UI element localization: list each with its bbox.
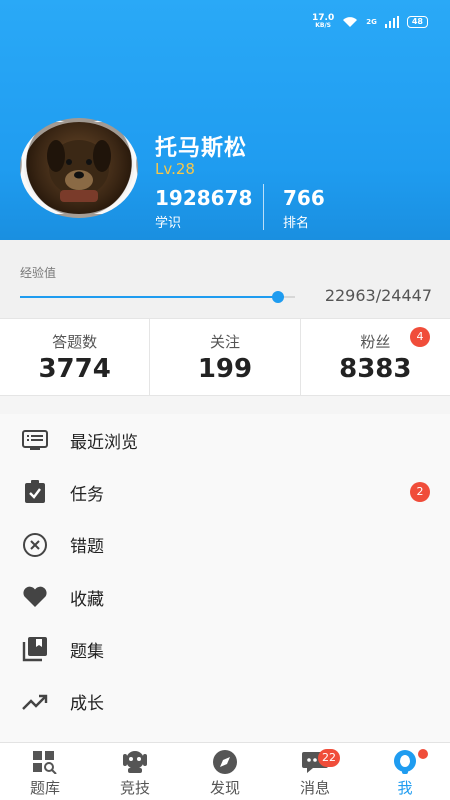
stat-divider (263, 184, 264, 230)
menu-item-recent-browse[interactable]: 最近浏览 (0, 414, 450, 466)
competition-icon (90, 749, 180, 775)
bottom-tab-bar: 题库 竞技 发现 消息 22 我 (0, 742, 450, 800)
experience-progress-track (20, 291, 295, 303)
menu-item-wrong-questions[interactable]: 错题 (0, 519, 450, 571)
experience-section: 经验值 22963/24447 (0, 240, 450, 318)
speed-unit: KB/S (315, 22, 331, 29)
tab-question-bank[interactable]: 题库 (0, 743, 90, 800)
me-notification-dot (418, 749, 428, 759)
question-set-icon (20, 634, 50, 664)
following-count-value: 199 (197, 354, 253, 384)
wrong-question-icon (20, 530, 50, 560)
question-bank-icon (0, 749, 90, 775)
menu-item-growth[interactable]: 成长 (0, 675, 450, 727)
tab-label: 我 (397, 779, 413, 797)
wifi-icon (343, 17, 358, 27)
rank-value: 766 (283, 186, 325, 210)
menu-item-favorites[interactable]: 收藏 (0, 571, 450, 623)
menu-item-label: 任务 (70, 484, 104, 505)
profile-header: 17.0 KB/S 2G 48 托马斯松 Lv.28 1928678 学识 76… (0, 0, 450, 240)
user-level: Lv.28 (155, 160, 195, 178)
stats-counts: 答题数 3774 关注 199 粉丝 8383 4 (0, 318, 450, 396)
followers-badge: 4 (409, 327, 430, 347)
username: 托马斯松 (155, 136, 248, 161)
menu-item-label: 最近浏览 (70, 432, 138, 453)
compass-icon (180, 749, 270, 775)
answer-count-value: 3774 (38, 354, 111, 384)
menu-list: 最近浏览 任务 2 错题 收藏 题集 成长 (0, 414, 450, 744)
tab-label: 题库 (29, 779, 60, 797)
growth-trend-icon (20, 687, 50, 717)
followers-count[interactable]: 粉丝 8383 4 (301, 319, 450, 395)
experience-progress-fill (20, 296, 278, 298)
status-bar: 17.0 KB/S 2G 48 (312, 14, 428, 30)
experience-progress-knob (272, 291, 284, 303)
experience-label: 经验值 (20, 266, 57, 280)
dog-avatar-icon (47, 140, 111, 202)
heart-icon (20, 582, 50, 612)
me-icon (360, 749, 450, 775)
menu-item-question-set[interactable]: 题集 (0, 623, 450, 675)
tasks-badge: 2 (410, 482, 430, 503)
following-count[interactable]: 关注 199 (150, 319, 301, 395)
experience-value: 22963/24447 (324, 286, 432, 305)
followers-count-value: 8383 (339, 354, 412, 384)
browse-history-icon (20, 425, 50, 455)
network-type: 2G (366, 18, 377, 26)
tab-label: 发现 (209, 779, 240, 797)
menu-item-label: 题集 (70, 641, 104, 662)
tab-label: 竞技 (119, 779, 150, 797)
menu-item-label: 成长 (70, 694, 104, 715)
tab-competition[interactable]: 竞技 (90, 743, 180, 800)
tab-messages[interactable]: 消息 22 (270, 743, 360, 800)
following-count-label: 关注 (209, 333, 240, 351)
knowledge-label: 学识 (155, 216, 182, 231)
avatar[interactable] (20, 118, 138, 218)
battery-icon: 48 (406, 16, 428, 28)
network-speed: 17.0 KB/S (312, 14, 334, 30)
menu-item-label: 错题 (70, 537, 104, 558)
tab-label: 消息 (299, 779, 330, 797)
menu-item-tasks[interactable]: 任务 2 (0, 466, 450, 518)
knowledge-value: 1928678 (155, 186, 253, 210)
menu-item-label: 收藏 (70, 589, 104, 610)
task-clipboard-icon (20, 477, 50, 507)
tab-me[interactable]: 我 (360, 743, 450, 800)
answer-count[interactable]: 答题数 3774 (0, 319, 151, 395)
tab-discover[interactable]: 发现 (180, 743, 270, 800)
rank-label: 排名 (283, 216, 310, 231)
answer-count-label: 答题数 (52, 333, 98, 351)
signal-icon (384, 16, 399, 28)
messages-badge: 22 (318, 749, 340, 767)
message-icon (270, 749, 360, 775)
